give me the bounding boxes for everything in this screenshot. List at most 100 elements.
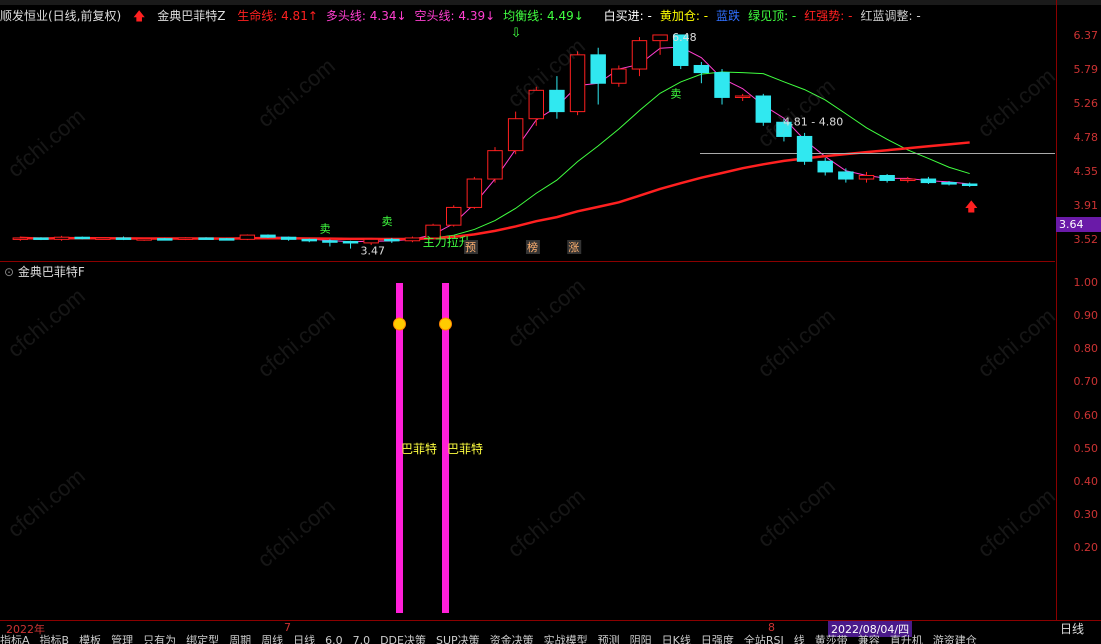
tab-19[interactable]: 全站RSI (744, 634, 784, 644)
indicator-tick: 0.50 (1073, 441, 1099, 455)
candle-body (280, 236, 297, 240)
tab-24[interactable]: 游资建仓 (933, 634, 977, 644)
line-value-1: 多头线: 4.34↓ (325, 9, 407, 23)
candle-body (198, 237, 214, 240)
candle-body (693, 64, 710, 74)
candle-body (301, 238, 317, 242)
bar-label-0: 巴菲特 (401, 441, 437, 456)
candle-body (652, 34, 668, 42)
panel-divider (0, 261, 1055, 262)
stock-name[interactable]: 顺发恒业(日线,前复权) (0, 9, 121, 23)
tab-16[interactable]: 阴阳 (630, 634, 652, 644)
tab-3[interactable]: 管理 (111, 634, 133, 644)
indicator-tick: 0.20 (1073, 541, 1099, 554)
price-tick: 5.26 (1073, 97, 1099, 110)
tab-5[interactable]: 绑定型 (186, 634, 219, 644)
candle-body (838, 171, 854, 180)
tab-12[interactable]: SUP决策 (436, 634, 480, 644)
indicator-tick: 0.60 (1073, 408, 1099, 422)
sub-title-text: 金典巴菲特F (17, 265, 85, 279)
candle-body (507, 118, 524, 152)
candle-body (920, 178, 937, 184)
tab-0[interactable]: 指标A (0, 634, 30, 644)
tab-23[interactable]: 直升机 (890, 634, 923, 644)
signal-values: 白买进: - 黄加仓: - 蓝跌 绿见顶: - 红强势: - 红蓝调整: - (604, 9, 929, 23)
tab-9[interactable]: 6.0 (325, 634, 343, 644)
marker-label: 预 (465, 241, 476, 254)
price-tick: 5.79 (1073, 63, 1099, 76)
price-tick: 3.52 (1073, 233, 1099, 246)
price-tick: 4.35 (1073, 165, 1099, 178)
low-label: 3.47 (361, 245, 386, 258)
candle-body (961, 183, 978, 186)
price-tick: 6.37 (1073, 29, 1099, 42)
tab-15[interactable]: 预测 (598, 634, 620, 644)
indicator-tick: 0.90 (1073, 309, 1099, 323)
candle-body (590, 54, 606, 84)
line-value-2: 空头线: 4.39↓ (414, 9, 496, 23)
marker-label: 涨 (568, 241, 579, 254)
top-toolbar-strip (0, 0, 1101, 5)
tab-1[interactable]: 指标B (40, 634, 70, 644)
line-value-0: 生命线: 4.81↑ (237, 9, 318, 23)
rise-label: 主力拉升 (423, 234, 471, 249)
line-value-3: 均衡线: 4.49↓ (503, 9, 584, 23)
candle-body (157, 238, 173, 241)
tab-4[interactable]: 只有为 (143, 634, 176, 644)
candle-body (239, 234, 256, 240)
up-arrow-icon: 🡅 (133, 9, 146, 23)
coin-icon (439, 317, 452, 331)
indicator-tick: 0.80 (1073, 342, 1099, 356)
sell-label-1: 卖 (320, 222, 331, 235)
tab-18[interactable]: 日强度 (701, 634, 734, 644)
candle-body (136, 238, 152, 241)
candle-body (363, 238, 379, 244)
down-arrow-icon: ⇩ (511, 26, 522, 41)
candle-body (53, 236, 70, 240)
candle-body (631, 40, 648, 70)
price-tick: 4.78 (1073, 131, 1099, 144)
sell-label-3: 卖 (670, 87, 681, 100)
candle-body (941, 182, 957, 185)
sub-indicator-title[interactable]: ⊙ 金典巴菲特F (4, 263, 85, 280)
candle-body (322, 240, 338, 243)
tab-13[interactable]: 资金决策 (490, 634, 534, 644)
candle-body (734, 95, 751, 98)
indicator-name[interactable]: 金典巴菲特Z (157, 9, 225, 23)
price-tick: 3.91 (1073, 199, 1099, 212)
up-arrow-icon: 🡅 (965, 200, 978, 215)
indicator-tick: 1.00 (1073, 276, 1099, 289)
indicator-tick: 0.30 (1073, 507, 1099, 521)
high-label: 6.48 (672, 31, 697, 44)
tab-17[interactable]: 日K线 (662, 634, 691, 644)
tab-21[interactable]: 黄莎带 (815, 634, 848, 644)
tab-20[interactable]: 线 (794, 634, 805, 644)
candle-body (12, 237, 29, 240)
candle-body (404, 237, 421, 242)
indicator-info-bar: 顺发恒业(日线,前复权) 🡅 金典巴菲特Z 生命线: 4.81↑ 多头线: 4.3… (0, 6, 1055, 26)
indicator-tick: 0.40 (1073, 474, 1099, 488)
marker-label: 榜 (527, 240, 538, 254)
tab-2[interactable]: 模板 (79, 634, 101, 644)
tab-6[interactable]: 周期 (229, 634, 251, 644)
candle-body (858, 174, 875, 180)
tab-8[interactable]: 日线 (293, 634, 315, 644)
tab-14[interactable]: 实战模型 (544, 634, 588, 644)
candle-body (487, 150, 503, 180)
coin-icon (393, 317, 406, 331)
candle-body (714, 72, 730, 98)
period-label[interactable]: 日线 (1060, 620, 1084, 637)
sell-label-2: 卖 (381, 215, 392, 228)
candle-body (342, 240, 359, 244)
signal-3: 绿见顶: - (748, 9, 797, 23)
candle-body (549, 89, 565, 113)
candle-body (817, 160, 833, 173)
tab-22[interactable]: 兼容 (858, 634, 880, 644)
current-price-label: 3.64 (1056, 217, 1101, 232)
chevron-icon: ⊙ (4, 265, 18, 279)
tab-7[interactable]: 周线 (261, 634, 283, 644)
candle-body (260, 234, 276, 238)
price-chart[interactable]: 6.483.474.81 - 4.80主力拉升卖卖卖预榜涨⇩🡅 (0, 26, 1055, 260)
tab-11[interactable]: DDE决策 (380, 634, 426, 644)
tab-10[interactable]: 7.0 (353, 634, 371, 644)
